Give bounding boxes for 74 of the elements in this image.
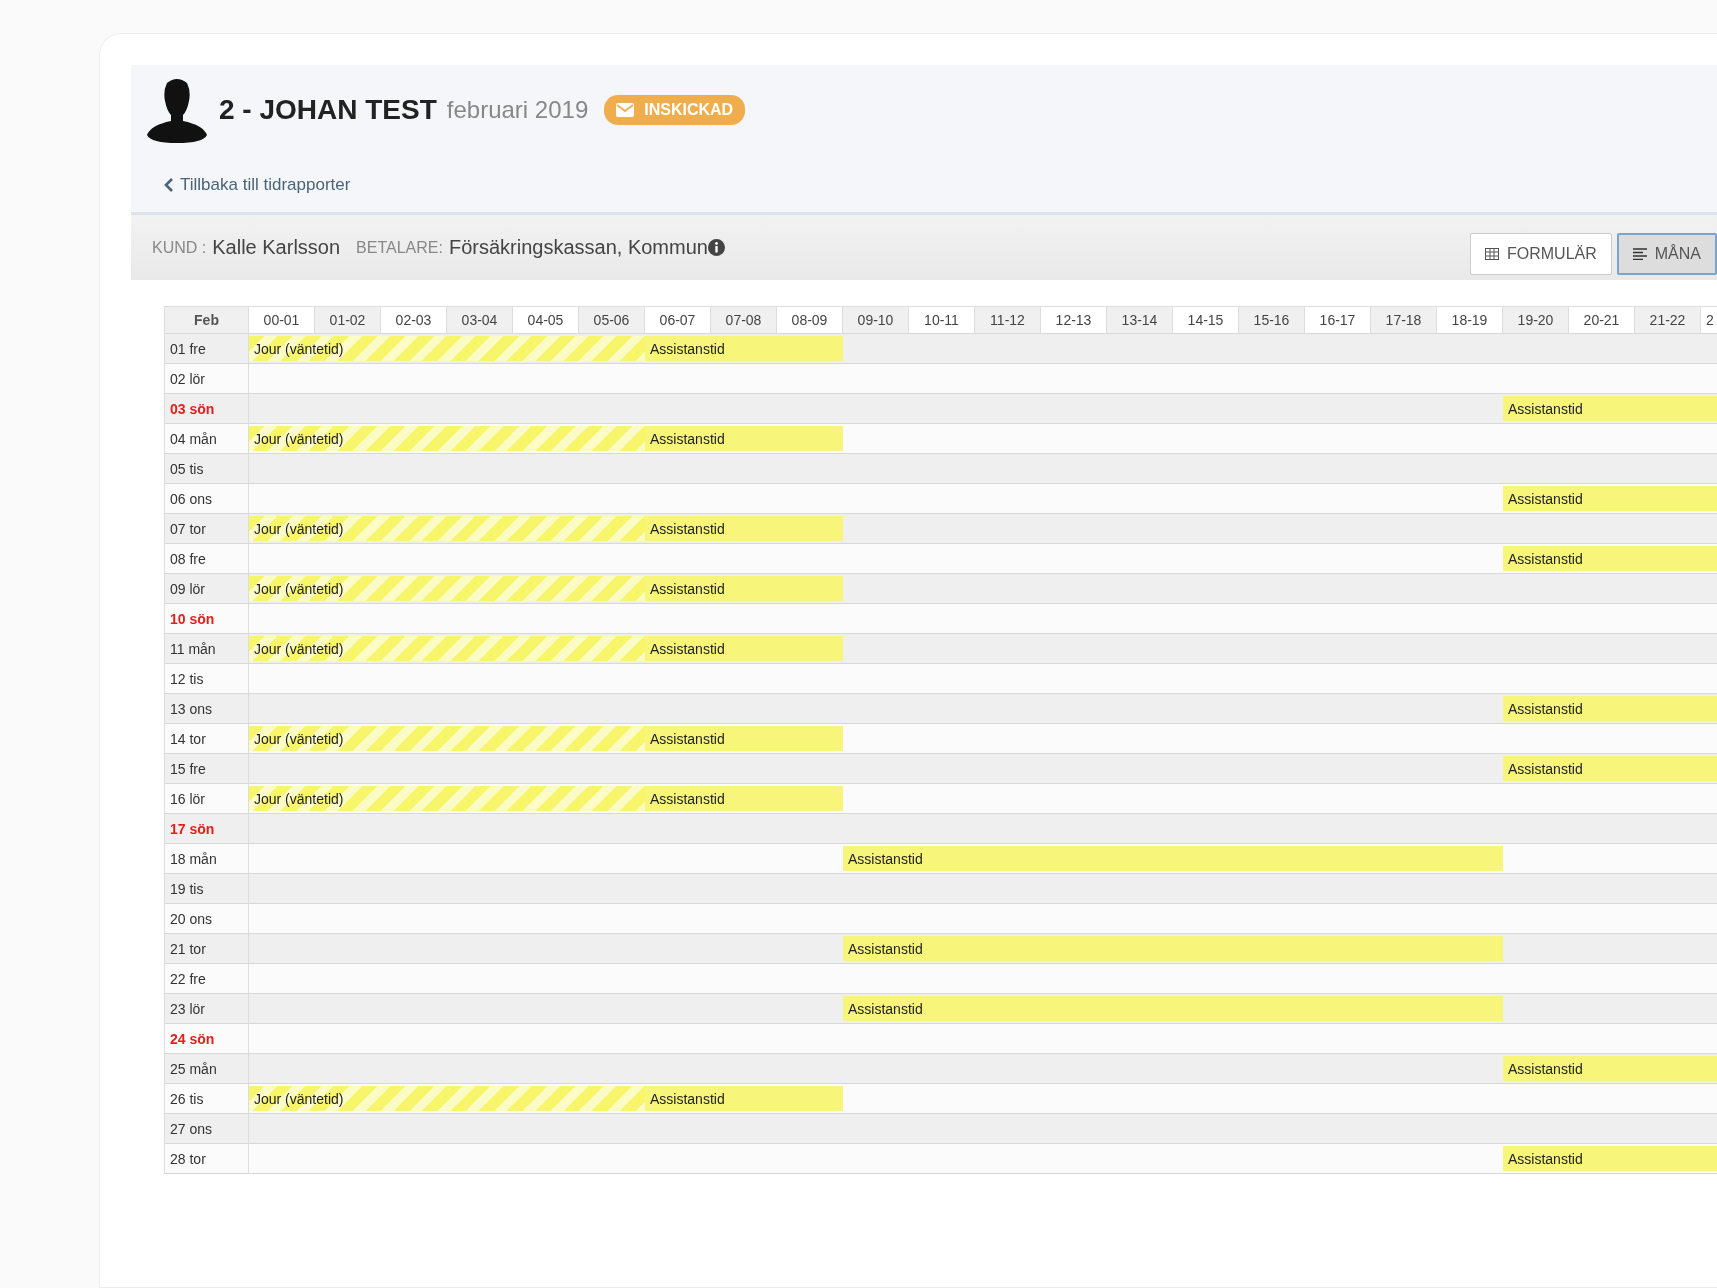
shift-bar[interactable]: Assistanstid bbox=[843, 996, 1503, 1021]
page-title: 2 - JOHAN TEST bbox=[219, 94, 437, 126]
shift-bar[interactable]: Assistanstid bbox=[1503, 396, 1717, 421]
day-label: 17 sön bbox=[164, 814, 249, 843]
day-label: 10 sön bbox=[164, 604, 249, 633]
table-icon bbox=[1485, 247, 1499, 260]
shift-bar[interactable]: Jour (väntetid) bbox=[249, 336, 645, 361]
shift-bar[interactable]: Jour (väntetid) bbox=[249, 726, 645, 751]
shift-bar[interactable]: Assistanstid bbox=[645, 636, 843, 661]
shift-bar[interactable]: Assistanstid bbox=[645, 426, 843, 451]
day-label: 15 fre bbox=[164, 754, 249, 783]
shift-bar[interactable]: Jour (väntetid) bbox=[249, 786, 645, 811]
lines-icon bbox=[1632, 247, 1647, 260]
shift-bar[interactable]: Assistanstid bbox=[1503, 1146, 1717, 1171]
day-label: 28 tor bbox=[164, 1144, 249, 1173]
column-header: 19-20 bbox=[1503, 307, 1569, 333]
day-label: 12 tis bbox=[164, 664, 249, 693]
day-label: 08 fre bbox=[164, 544, 249, 573]
shift-bar[interactable]: Assistanstid bbox=[1503, 486, 1717, 511]
day-label: 25 mån bbox=[164, 1054, 249, 1083]
shift-bar[interactable]: Assistanstid bbox=[645, 786, 843, 811]
back-link[interactable]: Tillbaka till tidrapporter bbox=[164, 175, 351, 195]
column-header: 09-10 bbox=[843, 307, 909, 333]
shift-bar[interactable]: Assistanstid bbox=[645, 1086, 843, 1111]
day-label: 02 lör bbox=[164, 364, 249, 393]
shift-bar[interactable]: Assistanstid bbox=[843, 936, 1503, 961]
shift-bar[interactable]: Assistanstid bbox=[1503, 756, 1717, 781]
day-label: 06 ons bbox=[164, 484, 249, 513]
day-label: 19 tis bbox=[164, 874, 249, 903]
day-label: 22 fre bbox=[164, 964, 249, 993]
column-header: 21-22 bbox=[1635, 307, 1701, 333]
column-header: 01-02 bbox=[315, 307, 381, 333]
shift-bar[interactable]: Assistanstid bbox=[1503, 546, 1717, 571]
day-label: 18 mån bbox=[164, 844, 249, 873]
column-header: 05-06 bbox=[579, 307, 645, 333]
column-header: 11-12 bbox=[975, 307, 1041, 333]
chevron-left-icon bbox=[164, 178, 174, 192]
shift-bar[interactable]: Jour (väntetid) bbox=[249, 576, 645, 601]
column-header: Feb bbox=[164, 307, 249, 333]
payer-label: BETALARE: bbox=[356, 238, 443, 257]
day-label: 24 sön bbox=[164, 1024, 249, 1053]
customer-label: KUND : bbox=[152, 238, 207, 257]
column-header: 13-14 bbox=[1107, 307, 1173, 333]
column-header: 15-16 bbox=[1239, 307, 1305, 333]
form-view-button[interactable]: FORMULÄR bbox=[1470, 232, 1612, 275]
day-label: 03 sön bbox=[164, 394, 249, 423]
column-header: 17-18 bbox=[1371, 307, 1437, 333]
day-label: 21 tor bbox=[164, 934, 249, 963]
day-label: 23 lör bbox=[164, 994, 249, 1023]
shift-bar[interactable]: Assistanstid bbox=[645, 336, 843, 361]
shift-bar[interactable]: Assistanstid bbox=[843, 846, 1503, 871]
day-label: 13 ons bbox=[164, 694, 249, 723]
shift-bar[interactable]: Assistanstid bbox=[645, 576, 843, 601]
customer-name: Kalle Karlsson bbox=[212, 236, 341, 259]
shift-bar[interactable]: Assistanstid bbox=[1503, 1056, 1717, 1081]
period-label: februari 2019 bbox=[446, 96, 589, 124]
day-label: 27 ons bbox=[164, 1114, 249, 1143]
status-text: INSKICKAD bbox=[644, 101, 734, 119]
shift-bar[interactable]: Assistanstid bbox=[1503, 696, 1717, 721]
envelope-icon bbox=[616, 103, 635, 117]
column-header: 03-04 bbox=[447, 307, 513, 333]
day-label: 05 tis bbox=[164, 454, 249, 483]
avatar-icon bbox=[147, 77, 207, 143]
day-label: 20 ons bbox=[164, 904, 249, 933]
shift-bar[interactable]: Assistanstid bbox=[645, 516, 843, 541]
payer-name: Försäkringskassan, Kommun bbox=[448, 236, 708, 259]
shift-bar[interactable]: Jour (väntetid) bbox=[249, 516, 645, 541]
shift-bar[interactable]: Jour (väntetid) bbox=[249, 426, 645, 451]
shift-bar[interactable]: Assistanstid bbox=[645, 726, 843, 751]
shift-bar[interactable]: Jour (väntetid) bbox=[249, 636, 645, 661]
shift-bar[interactable]: Jour (väntetid) bbox=[249, 1086, 645, 1111]
month-view-button[interactable]: MÅNA bbox=[1616, 232, 1717, 275]
column-header: 07-08 bbox=[711, 307, 777, 333]
info-icon bbox=[707, 239, 725, 256]
